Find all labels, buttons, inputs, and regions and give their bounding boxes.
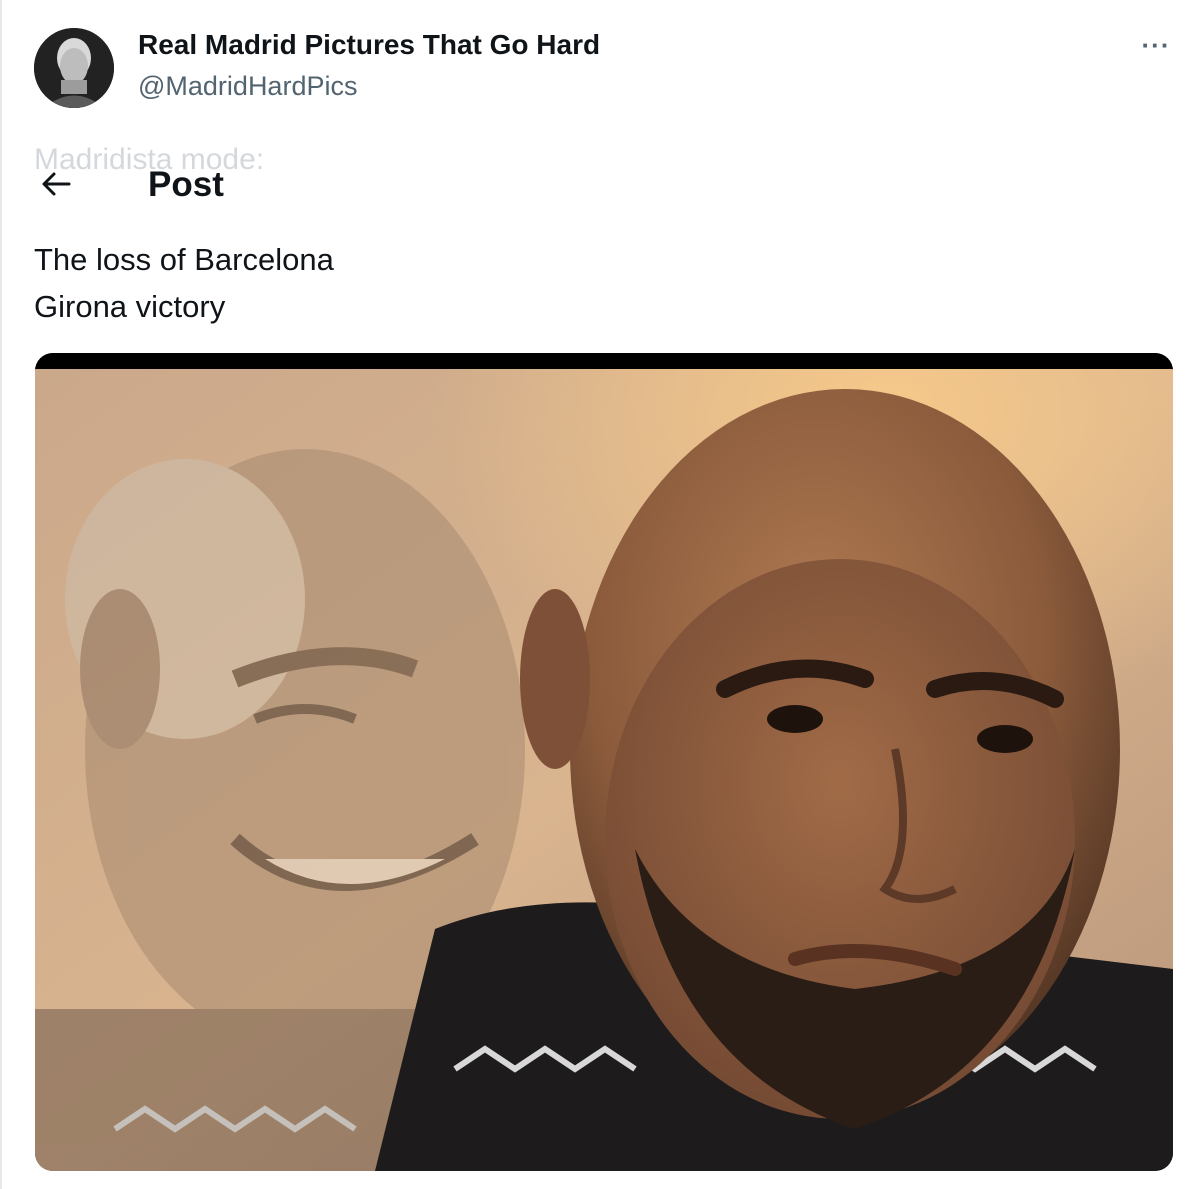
meme-photo: [35, 369, 1173, 1171]
author-avatar[interactable]: [34, 28, 114, 108]
media-top-bar: [35, 353, 1173, 369]
arrow-left-icon: [42, 172, 71, 196]
post-media[interactable]: [35, 353, 1173, 1171]
post-text-line: The loss of Barcelona: [34, 242, 334, 277]
post-text: The loss of Barcelona Girona victory: [34, 236, 334, 330]
more-options-button[interactable]: ···: [1136, 28, 1176, 62]
left-border: [0, 0, 2, 1189]
back-button[interactable]: [34, 164, 78, 204]
page-title: Post: [148, 165, 224, 204]
post-text-line: Girona victory: [34, 289, 226, 324]
more-horizontal-icon: ···: [1141, 29, 1171, 60]
author-display-name[interactable]: Real Madrid Pictures That Go Hard: [138, 29, 600, 61]
author-handle[interactable]: @MadridHardPics: [138, 71, 357, 102]
